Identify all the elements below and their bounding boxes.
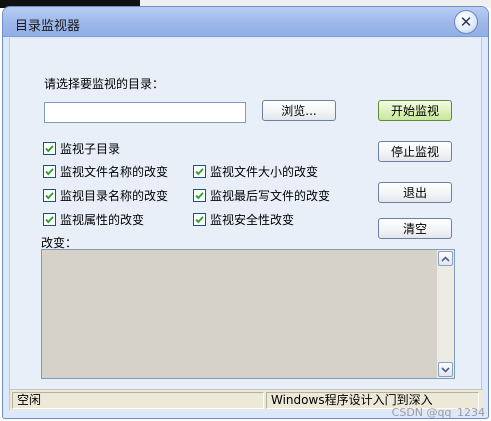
scroll-up-button[interactable] xyxy=(438,251,453,266)
scroll-down-button[interactable] xyxy=(438,362,453,377)
checkbox-label: 监视文件大小的改变 xyxy=(210,165,319,179)
checkbox-box[interactable] xyxy=(43,142,56,155)
checkbox-watch-subdirectories[interactable]: 监视子目录 xyxy=(43,140,120,157)
checkbox-box[interactable] xyxy=(193,213,206,226)
checkbox-box[interactable] xyxy=(193,189,206,202)
start-monitor-button[interactable]: 开始监视 xyxy=(378,100,452,121)
checkbox-watch-filesize-changes[interactable]: 监视文件大小的改变 xyxy=(193,163,318,180)
checkbox-label: 监视最后写文件的改变 xyxy=(210,189,331,203)
clear-button[interactable]: 清空 xyxy=(378,218,452,239)
dialog-client-area: 请选择要监视的目录： 浏览... 开始监视 停止监视 退出 清空 监视子目录 监… xyxy=(9,38,483,410)
vertical-scrollbar[interactable] xyxy=(437,250,454,378)
checkbox-watch-attribute-changes[interactable]: 监视属性的改变 xyxy=(43,211,144,228)
check-icon xyxy=(45,216,54,224)
exit-button[interactable]: 退出 xyxy=(378,182,452,203)
check-icon xyxy=(195,216,204,224)
checkbox-box[interactable] xyxy=(43,213,56,226)
checkbox-watch-dirname-changes[interactable]: 监视目录名称的改变 xyxy=(43,187,168,204)
check-icon xyxy=(195,168,204,176)
check-icon xyxy=(45,145,54,153)
browse-button[interactable]: 浏览... xyxy=(262,100,336,121)
close-button[interactable]: ✕ xyxy=(454,10,478,34)
status-state: 空闲 xyxy=(12,392,264,409)
title-bar[interactable]: 目录监视器 ✕ xyxy=(3,7,488,37)
checkbox-watch-filename-changes[interactable]: 监视文件名称的改变 xyxy=(43,163,168,180)
chevron-up-icon xyxy=(441,255,450,262)
checkbox-box[interactable] xyxy=(43,165,56,178)
check-icon xyxy=(195,192,204,200)
directory-prompt-label: 请选择要监视的目录： xyxy=(44,77,165,91)
checkbox-label: 监视文件名称的改变 xyxy=(60,165,169,179)
check-icon xyxy=(45,192,54,200)
app-window: 目录监视器 ✕ 请选择要监视的目录： 浏览... 开始监视 停止监视 退出 清空… xyxy=(2,6,489,419)
directory-path-input[interactable] xyxy=(44,102,246,123)
check-icon xyxy=(45,168,54,176)
changes-output-area[interactable] xyxy=(41,249,455,379)
stop-monitor-button[interactable]: 停止监视 xyxy=(378,141,452,162)
checkbox-box[interactable] xyxy=(43,189,56,202)
checkbox-watch-lastwrite-changes[interactable]: 监视最后写文件的改变 xyxy=(193,187,330,204)
watermark: CSDN @qq_1234 xyxy=(391,406,485,419)
checkbox-watch-security-changes[interactable]: 监视安全性改变 xyxy=(193,211,294,228)
close-icon: ✕ xyxy=(459,12,473,31)
checkbox-box[interactable] xyxy=(193,165,206,178)
checkbox-label: 监视目录名称的改变 xyxy=(60,189,169,203)
checkbox-label: 监视属性的改变 xyxy=(60,213,145,227)
chevron-down-icon xyxy=(441,366,450,373)
checkbox-label: 监视安全性改变 xyxy=(210,213,295,227)
checkbox-label: 监视子目录 xyxy=(60,142,121,156)
window-title: 目录监视器 xyxy=(15,19,81,34)
